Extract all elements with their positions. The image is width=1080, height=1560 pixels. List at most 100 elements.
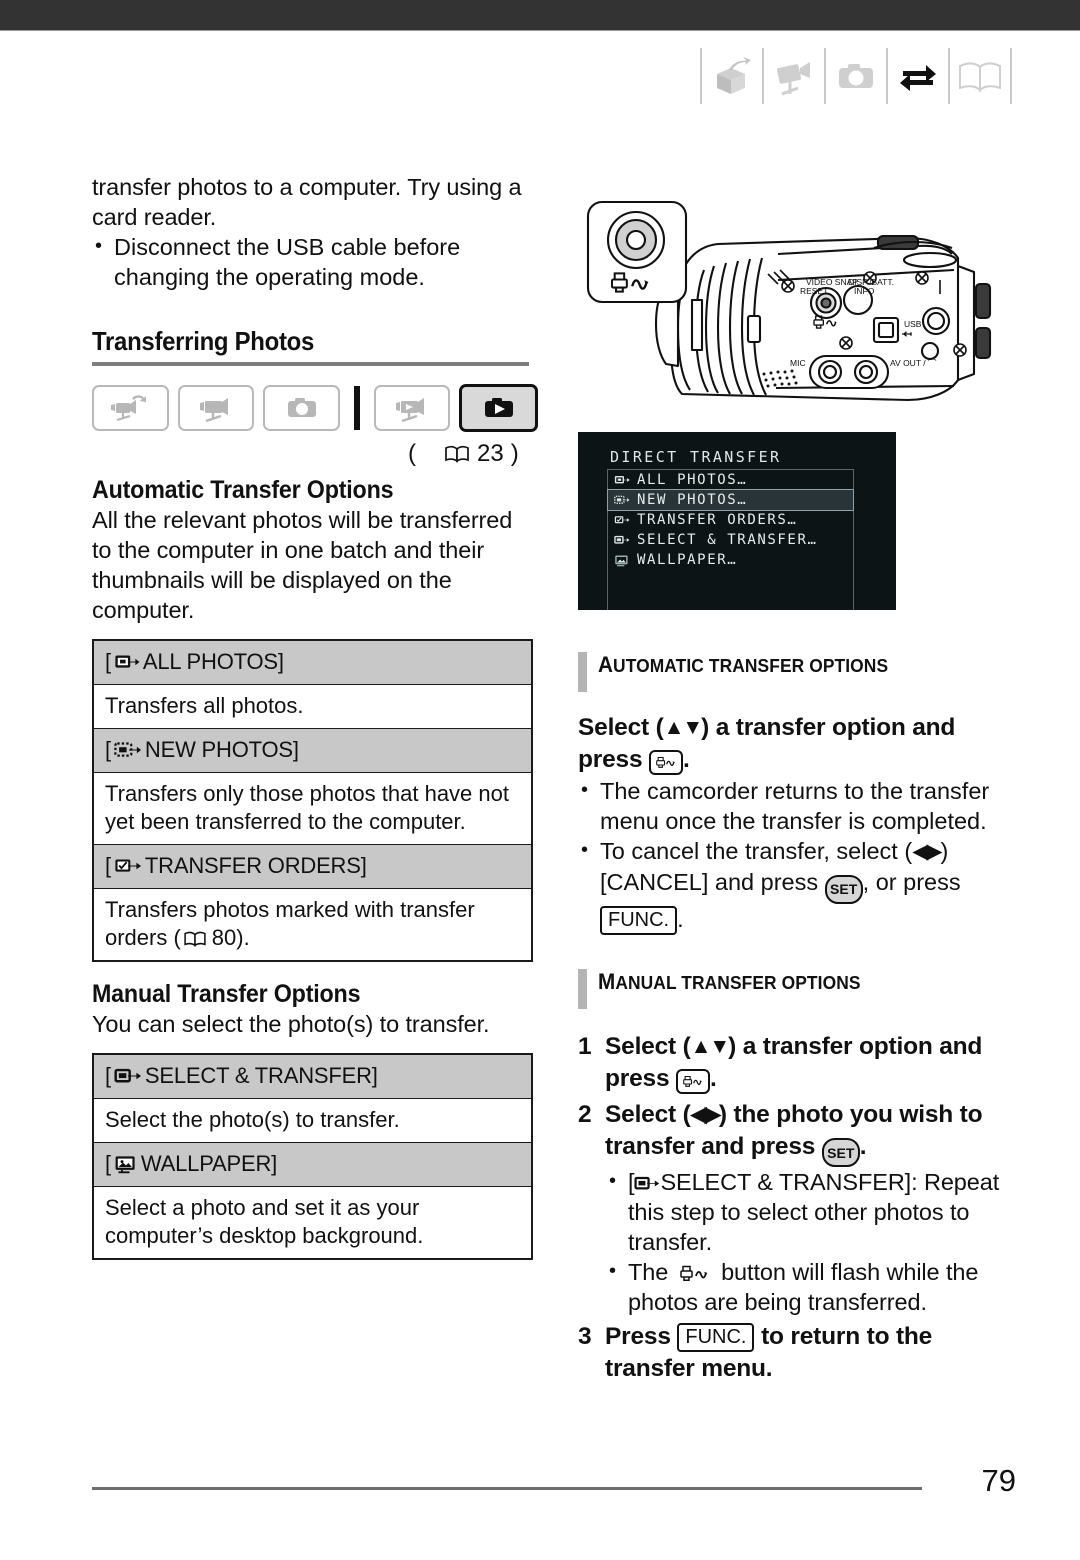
step-body: Select (◀▶) the photo you wish to transf… [605,1099,1008,1318]
heading-rest: ANUAL TRANSFER OPTIONS [615,971,861,993]
lcd-screenshot: DIRECT TRANSFER ALL PHOTOS… NEW PHOTOS… [578,432,896,610]
print-share-icon [656,756,675,768]
list-item: 3 Press FUNC. to return to the transfer … [578,1321,1008,1385]
page-reference-number: 23 [477,440,504,467]
bracket-open: [ [105,737,111,762]
bullet-text-pre: The [628,1259,669,1285]
option-label-text: NEW PHOTOS] [144,737,299,762]
heading-first-letter: A [598,652,614,677]
intro-bullet-list: Disconnect the USB cable before changing… [92,231,538,292]
option-desc-ref: 80 [211,925,237,950]
all-photos-icon [614,476,630,484]
lcd-menu-item[interactable]: TRANSFER ORDERS… [608,510,853,530]
option-desc-cell: Select a photo and set it as your comput… [92,1186,533,1260]
table-row: Transfers only those photos that have no… [92,772,533,845]
step-number: 1 [578,1032,592,1060]
step2-bullet-list: [ SELECT & TRANSFER]: Repeat this step t… [605,1166,1008,1317]
bracket-open: [ [105,1151,111,1176]
automatic-transfer-options-body: All the relevant photos will be transfer… [92,507,513,623]
manual-transfer-options-body: You can select the photo(s) to transfer. [92,1011,490,1037]
step-number: 2 [578,1100,592,1128]
list-item: The camcorder returns to the transfer me… [578,775,1008,836]
func-button-chip[interactable]: FUNC. [677,1323,755,1352]
mode-group-divider [353,386,360,430]
option-desc-cell: Transfers only those photos that have no… [92,772,533,845]
up-down-arrows: ▲▼ [690,1034,731,1058]
left-right-arrows: ◀▶ [690,1102,721,1126]
option-desc-cell: Transfers photos marked with transfer or… [92,888,533,962]
step-text-a: Select ( [605,1032,691,1060]
unbox-icon [702,48,762,104]
manual-transfer-options-subheading: MANUAL TRANSFER OPTIONS [578,968,1008,1009]
open-book-icon [950,48,1010,104]
lcd-menu-item[interactable]: ALL PHOTOS… [608,470,853,490]
option-label-text: SELECT & TRANSFER] [144,1063,378,1088]
lcd-menu-list: ALL PHOTOS… NEW PHOTOS… TRANSFER ORDERS… [607,469,854,610]
bracket-open: [ [105,853,111,878]
left-column: transfer photos to a computer. Try using… [92,172,539,1260]
new-photos-icon [614,495,630,504]
lcd-menu-item[interactable]: SELECT & TRANSFER… [608,530,853,550]
table-row: Transfers photos marked with transfer or… [92,888,533,962]
lcd-menu-label: NEW PHOTOS… [637,492,748,508]
label-usb: USB [904,319,922,329]
select-transfer-icon [634,1176,660,1190]
movie-record-mode-icon[interactable] [177,385,255,431]
bracket-open: [ [105,649,111,674]
manual-transfer-options-heading: Manual Transfer Options [92,980,361,1008]
list-item: [ SELECT & TRANSFER]: Repeat this step t… [605,1166,1008,1257]
print-share-button-chip[interactable] [649,750,683,775]
option-label-cell: [ NEW PHOTOS] [92,728,533,773]
table-row: Select the photo(s) to transfer. [92,1098,533,1143]
print-share-button-chip[interactable] [676,1068,710,1094]
set-button-chip[interactable]: SET [821,1138,860,1167]
divider [1010,48,1012,104]
photo-camera-icon [826,48,886,104]
option-label-text: TRANSFER ORDERS] [144,853,367,878]
all-photos-icon [115,655,140,668]
lcd-menu-label: SELECT & TRANSFER… [637,532,818,548]
table-row: [ TRANSFER ORDERS] [92,844,533,889]
footer-rule [92,1487,922,1490]
header-icon-strip [700,45,1012,107]
cancel-text-a: To cancel the transfer, select ( [600,838,913,864]
label-mic: MIC [790,358,806,368]
option-desc-cell: Transfers all photos. [92,684,533,729]
automatic-transfer-options-heading: Automatic Transfer Options [92,476,394,504]
set-button-chip[interactable]: SET [824,874,863,904]
movie-play-mode-icon[interactable] [373,385,451,431]
func-button-chip[interactable]: FUNC. [600,905,678,935]
option-label-text: WALLPAPER] [140,1151,278,1176]
book-icon [184,931,206,947]
photo-play-mode-icon[interactable] [459,384,539,432]
page-reference-open: ( [408,440,416,467]
book-icon [445,445,469,463]
option-label-cell: [ TRANSFER ORDERS] [92,844,533,889]
photo-record-mode-icon[interactable] [263,385,340,431]
wallpaper-icon [615,555,628,566]
list-item: 1 Select (▲▼) a transfer option and pres… [578,1031,1008,1095]
table-row: [ SELECT & TRANSFER] [92,1053,533,1099]
lcd-menu-label: TRANSFER ORDERS… [637,512,798,528]
heading-rest: UTOMATIC TRANSFER OPTIONS [613,655,889,676]
option-desc-cell: Select the photo(s) to transfer. [92,1098,533,1143]
print-share-button-callout [586,200,688,304]
table-row: [ WALLPAPER] [92,1142,533,1187]
transfer-arrows-icon [888,48,948,104]
label-av-out: AV OUT / ⌒ [890,358,937,368]
dual-shot-mode-icon[interactable] [92,385,169,431]
cancel-text-c: , or press [862,869,961,895]
lcd-menu-item[interactable]: NEW PHOTOS… [607,489,854,511]
option-label-cell: [ ALL PHOTOS] [92,639,533,685]
wallpaper-icon [115,1156,135,1174]
heading-first-letter: M [598,968,616,994]
lcd-menu-item[interactable]: WALLPAPER… [608,550,853,570]
step-body: Select (▲▼) a transfer option and press … [605,1032,983,1094]
intro-paragraph: transfer photos to a computer. Try using… [92,174,522,230]
table-row: [ NEW PHOTOS] [92,728,533,773]
step-number: 3 [578,1323,592,1350]
option-desc-tail: ). [236,925,250,950]
page-number: 79 [981,1463,1016,1498]
heading-bar [578,652,587,692]
option-label-cell: [ WALLPAPER] [92,1142,533,1187]
